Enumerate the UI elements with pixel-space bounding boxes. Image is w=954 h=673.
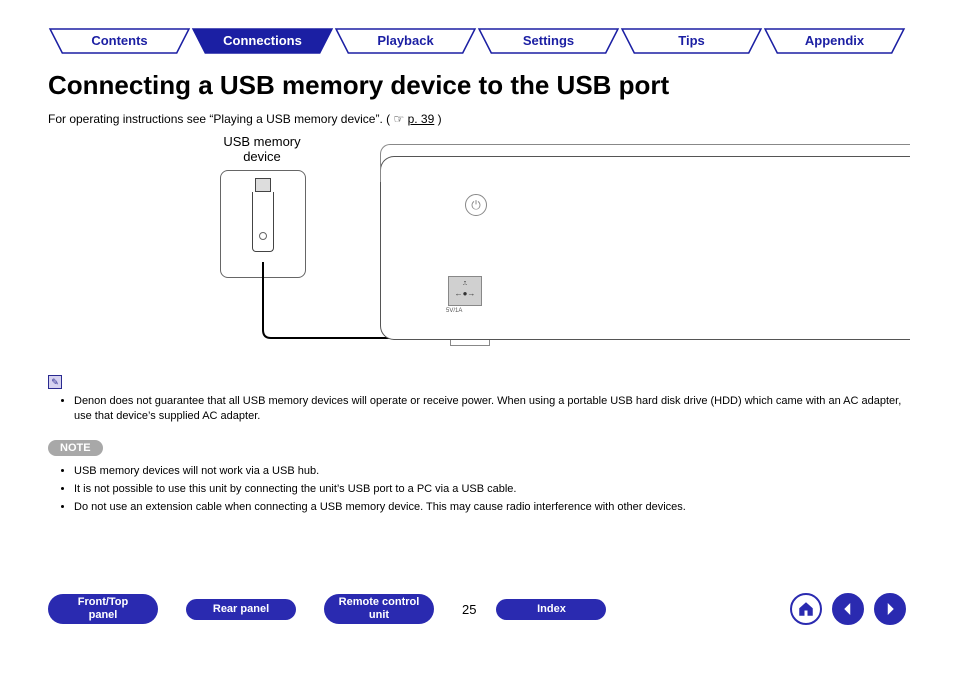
intro-text: For operating instructions see “Playing … xyxy=(48,112,442,126)
power-icon: ⏻ xyxy=(465,194,487,216)
tab-label: Connections xyxy=(223,33,302,48)
next-page-icon[interactable] xyxy=(874,593,906,625)
tab-label: Playback xyxy=(377,33,433,48)
tab-appendix[interactable]: Appendix xyxy=(763,28,906,54)
tab-label: Tips xyxy=(678,33,705,48)
note-bullet: It is not possible to use this unit by c… xyxy=(74,480,906,498)
intro-prefix: For operating instructions see “Playing … xyxy=(48,112,390,126)
device-top-edge xyxy=(380,144,910,182)
home-icon[interactable] xyxy=(790,593,822,625)
note-bullet: USB memory devices will not work via a U… xyxy=(74,462,906,480)
footer-btn-index[interactable]: Index xyxy=(496,599,606,620)
device-foot xyxy=(450,340,490,346)
tab-connections[interactable]: Connections xyxy=(191,28,334,54)
footer-btn-remote-control-unit[interactable]: Remote control unit xyxy=(324,594,434,624)
tab-contents[interactable]: Contents xyxy=(48,28,191,54)
page-ref-icon: ☞ xyxy=(393,112,404,126)
note-badge: NOTE xyxy=(48,440,103,456)
page-title: Connecting a USB memory device to the US… xyxy=(48,70,669,101)
tab-label: Appendix xyxy=(805,33,864,48)
footer-nav: Front/Top panel Rear panel Remote contro… xyxy=(48,589,906,629)
page-number: 25 xyxy=(462,602,476,617)
intro-suffix: ) xyxy=(438,112,442,126)
note-bullet: Do not use an extension cable when conne… xyxy=(74,498,906,516)
footer-btn-rear-panel[interactable]: Rear panel xyxy=(186,599,296,620)
usb-stick-icon xyxy=(252,178,274,262)
info-bullet: Denon does not guarantee that all USB me… xyxy=(74,394,906,424)
tab-settings[interactable]: Settings xyxy=(477,28,620,54)
pencil-icon: ✎ xyxy=(48,375,62,389)
top-tabs: Contents Connections Playback Settings T… xyxy=(48,28,906,56)
tab-label: Settings xyxy=(523,33,574,48)
usb-port-label: 5V/1A xyxy=(446,308,462,314)
page-ref-link[interactable]: p. 39 xyxy=(408,112,435,126)
note-list: USB memory devices will not work via a U… xyxy=(60,462,906,516)
footer-btn-front-top-panel[interactable]: Front/Top panel xyxy=(48,594,158,624)
info-list: Denon does not guarantee that all USB me… xyxy=(60,394,906,424)
tab-label: Contents xyxy=(91,33,147,48)
usb-port-icon: ⎍ ←●→ xyxy=(448,276,482,306)
tab-playback[interactable]: Playback xyxy=(334,28,477,54)
tab-tips[interactable]: Tips xyxy=(620,28,763,54)
connection-diagram: USB memory device ⏻ ⎍ ←●→ 5V/1A xyxy=(140,134,910,354)
prev-page-icon[interactable] xyxy=(832,593,864,625)
usb-device-label: USB memory device xyxy=(202,134,322,164)
